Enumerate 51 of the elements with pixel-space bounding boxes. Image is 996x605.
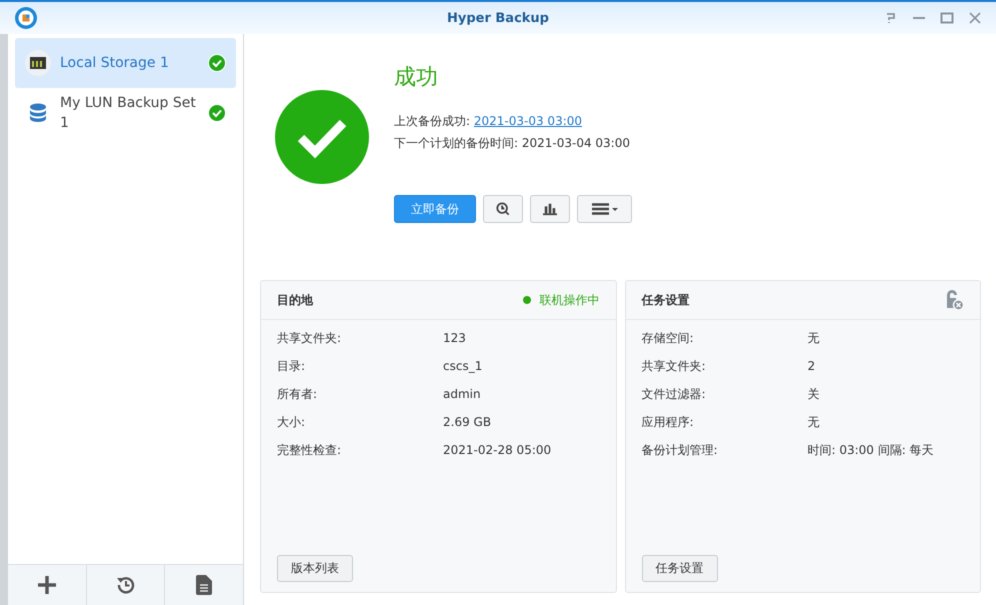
next-backup-text: 下一个计划的备份时间: 2021-03-04 03:00 [394, 135, 631, 152]
field-label: 目录: [277, 358, 306, 374]
field-label: 备份计划管理: [642, 442, 719, 458]
field-value: 无 [808, 414, 820, 430]
menu-icon [592, 203, 618, 215]
window-title: Hyper Backup [446, 10, 549, 26]
document-icon [196, 575, 212, 595]
bar-chart-icon [543, 202, 557, 216]
statistics-button[interactable] [530, 195, 570, 223]
field-label: 所有者: [277, 386, 318, 402]
sidebar-item[interactable]: My LUN Backup Set 1 [15, 88, 236, 138]
status-title: 成功 [394, 64, 438, 92]
database-icon [29, 103, 47, 123]
panel-button[interactable]: 任务设置 [642, 555, 718, 582]
field-value: 无 [808, 330, 820, 346]
panel-title: 任务设置 [642, 292, 690, 308]
plus-icon [36, 575, 57, 595]
field-label: 共享文件夹: [277, 330, 342, 346]
field-value: 2021-02-28 05:00 [443, 443, 552, 457]
field-label: 大小: [277, 414, 306, 430]
last-backup-link[interactable]: 2021-03-03 03:00 [474, 114, 582, 128]
field-value: admin [443, 387, 482, 401]
storage-icon [25, 50, 51, 76]
history-icon [116, 575, 136, 595]
app-logo-icon [14, 6, 38, 30]
field-value: 123 [443, 331, 467, 345]
success-icon [208, 54, 226, 72]
field-value: 时间: 03:00 间隔: 每天 [808, 442, 935, 458]
field-label: 存储空间: [642, 330, 695, 346]
field-value: cscs_1 [443, 359, 484, 373]
status-text: 联机操作中 [540, 292, 600, 308]
clock-search-icon [496, 201, 510, 217]
field-value: 关 [808, 386, 820, 402]
field-value: 2.69 GB [443, 415, 492, 429]
field-label: 完整性检查: [277, 442, 342, 458]
menu-button[interactable] [577, 195, 632, 223]
success-icon [208, 104, 226, 122]
field-label: 应用程序: [642, 414, 695, 430]
success-icon [275, 90, 369, 184]
panel-button[interactable]: 版本列表 [277, 555, 353, 582]
field-label: 文件过滤器: [642, 386, 707, 402]
field-label: 共享文件夹: [642, 358, 707, 374]
close-icon[interactable] [968, 11, 982, 25]
maximize-icon[interactable] [940, 11, 954, 25]
sidebar-item[interactable]: Local Storage 1 [15, 38, 236, 88]
panel-title: 目的地 [277, 292, 313, 308]
last-backup-label: 上次备份成功: [394, 114, 470, 128]
version-browser-button[interactable] [483, 195, 523, 223]
help-icon[interactable] [884, 11, 898, 25]
field-value: 2 [808, 359, 816, 373]
lock-icon [944, 289, 964, 311]
